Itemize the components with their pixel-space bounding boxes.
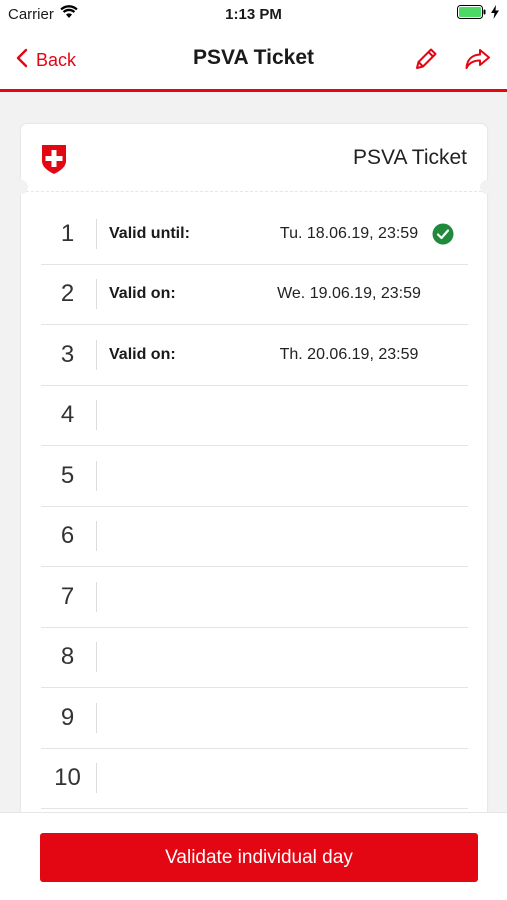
back-label: Back bbox=[36, 49, 77, 70]
validity-row-3: 3 Valid on: Th. 20.06.19, 23:59 bbox=[41, 325, 468, 386]
validate-day-button[interactable]: Validate individual day bbox=[40, 833, 478, 882]
validity-date: Th. 20.06.19, 23:59 bbox=[279, 345, 419, 363]
charging-icon bbox=[491, 5, 499, 23]
validity-label: Valid on: bbox=[109, 285, 176, 303]
day-number: 9 bbox=[60, 703, 75, 731]
carrier-label: Carrier bbox=[8, 5, 54, 23]
status-right bbox=[457, 5, 499, 23]
validity-row-1: 1 Valid until: Tu. 18.06.19, 23:59 bbox=[41, 204, 468, 265]
day-number: 8 bbox=[60, 643, 75, 671]
row-divider bbox=[96, 339, 97, 370]
chevron-left-icon bbox=[16, 48, 28, 73]
ticket-name: PSVA Ticket bbox=[353, 146, 467, 169]
row-divider bbox=[96, 581, 97, 612]
validity-row-10: 10 bbox=[41, 749, 468, 809]
validity-date: Tu. 18.06.19, 23:59 bbox=[279, 224, 419, 242]
pencil-icon[interactable] bbox=[411, 44, 441, 74]
validity-row-9: 9 bbox=[41, 688, 468, 749]
checkmark-circle-icon bbox=[432, 223, 454, 245]
nav-actions bbox=[411, 44, 493, 74]
validity-row-6: 6 bbox=[41, 507, 468, 567]
validity-label: Valid until: bbox=[109, 224, 190, 242]
day-number: 7 bbox=[60, 582, 75, 610]
status-left: Carrier bbox=[8, 5, 78, 23]
day-number: 4 bbox=[60, 401, 75, 429]
row-divider bbox=[96, 460, 97, 491]
day-number: 2 bbox=[60, 280, 75, 308]
day-number: 1 bbox=[60, 219, 75, 247]
battery-icon bbox=[457, 5, 487, 23]
row-divider bbox=[96, 400, 97, 431]
validity-row-7: 7 bbox=[41, 567, 468, 628]
back-button[interactable]: Back bbox=[16, 46, 76, 74]
day-number: 10 bbox=[54, 764, 81, 792]
share-arrow-icon[interactable] bbox=[463, 44, 493, 74]
row-divider bbox=[96, 218, 97, 249]
validity-list: 1 Valid until: Tu. 18.06.19, 23:59 2 Val… bbox=[41, 204, 468, 809]
bottom-action-bar: Validate individual day bbox=[0, 812, 507, 900]
row-divider bbox=[96, 763, 97, 794]
day-number: 6 bbox=[60, 522, 75, 550]
swiss-cross-icon bbox=[40, 143, 68, 175]
day-number: 3 bbox=[60, 340, 75, 368]
validity-row-2: 2 Valid on: We. 19.06.19, 23:59 bbox=[41, 265, 468, 325]
validity-row-5: 5 bbox=[41, 446, 468, 507]
navigation-bar: Back PSVA Ticket bbox=[0, 28, 507, 92]
validity-row-4: 4 bbox=[41, 386, 468, 446]
ticket-card: PSVA Ticket 1 Valid until: Tu. 18.06.19,… bbox=[14, 124, 494, 844]
row-divider bbox=[96, 702, 97, 733]
validity-row-8: 8 bbox=[41, 628, 468, 688]
row-divider bbox=[96, 521, 97, 552]
ticket-header: PSVA Ticket bbox=[14, 124, 494, 194]
row-divider bbox=[96, 279, 97, 310]
status-bar: Carrier 1:13 PM bbox=[0, 0, 507, 28]
ticket-notch-left bbox=[14, 180, 28, 194]
wifi-icon bbox=[60, 5, 78, 23]
day-number: 5 bbox=[60, 461, 75, 489]
row-divider bbox=[96, 642, 97, 673]
validity-label: Valid on: bbox=[109, 345, 176, 363]
ticket-notch-right bbox=[480, 180, 494, 194]
validity-date: We. 19.06.19, 23:59 bbox=[277, 285, 421, 303]
